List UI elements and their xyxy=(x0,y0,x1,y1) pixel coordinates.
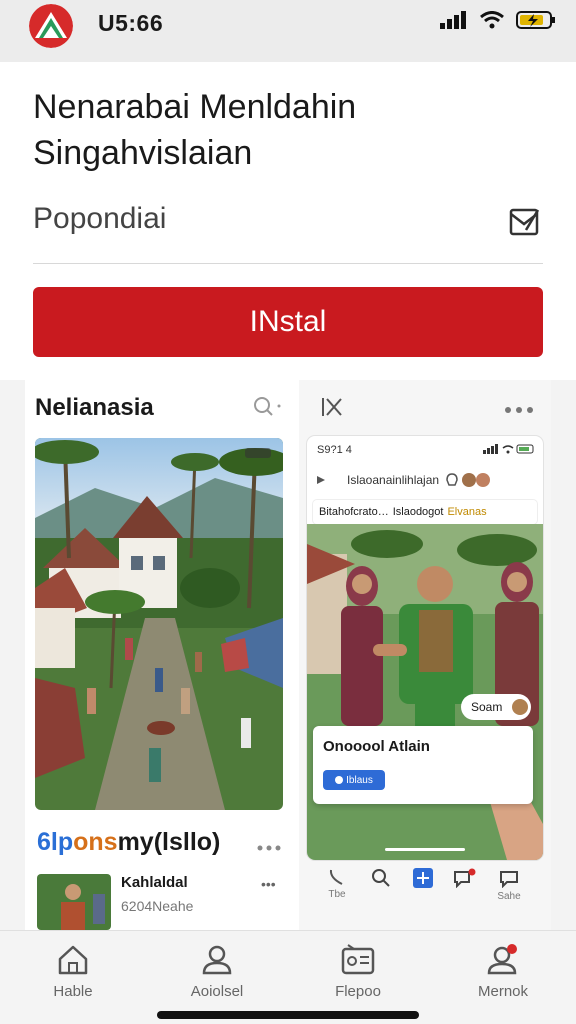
left-card-title: Nelianasia xyxy=(35,394,154,421)
phone-status-icons xyxy=(483,444,535,457)
app-title: Nenarabai Menldahin Singahvislaian xyxy=(33,88,357,172)
phone-search-bar[interactable]: Islaoanainlihlajan xyxy=(315,466,537,494)
chip-1[interactable]: Bitahofcrato… xyxy=(319,506,389,518)
back-arrow-icon xyxy=(317,476,325,484)
village-scene-illustration xyxy=(35,438,283,810)
mini-nav-item-search[interactable] xyxy=(361,868,401,891)
village-photo[interactable] xyxy=(35,438,283,810)
right-card[interactable]: S9?1 4 Islaoanainlihlajan Bitahofcrato… … xyxy=(299,380,551,930)
section-more-button[interactable] xyxy=(257,838,281,856)
search-icon xyxy=(372,869,390,887)
share-button[interactable] xyxy=(508,206,542,238)
nav-item-person[interactable]: Aoiolsel xyxy=(162,943,272,1000)
chat-icon xyxy=(500,871,518,889)
more-dots-icon xyxy=(257,845,281,851)
signal-icon xyxy=(483,444,534,454)
home-indicator xyxy=(157,1011,419,1019)
chat-notification-icon xyxy=(454,868,476,889)
phone-search-text: Islaoanainlihlajan xyxy=(347,473,440,487)
section-title-part-2: ons xyxy=(73,828,118,856)
content-area: Nelianasia 6lponsmy(lsllo) Kahlaldal 620… xyxy=(0,380,576,930)
divider xyxy=(33,263,543,264)
phone-status-time: S9?1 4 xyxy=(317,444,352,456)
search-button[interactable] xyxy=(253,396,283,423)
woman-photo-thumbnail xyxy=(37,874,111,930)
nav-item-home[interactable]: Hable xyxy=(18,943,128,1000)
app-subtitle: Popondiai xyxy=(33,202,167,235)
mini-nav-item-add[interactable] xyxy=(403,868,443,891)
section-title: 6lponsmy(lsllo) xyxy=(37,828,220,857)
bottom-nav: Hable Aoiolsel Flepoo Mernok xyxy=(0,930,576,1024)
signal-icon xyxy=(440,11,466,29)
phone-people-photo xyxy=(307,524,543,860)
mail-icon xyxy=(509,208,540,236)
person-icon xyxy=(202,945,232,975)
mini-nav-label-5: Sahe xyxy=(497,891,521,902)
phone-badge-text: Soam xyxy=(471,700,503,714)
install-button[interactable]: INstal xyxy=(33,287,543,357)
status-icons xyxy=(440,10,556,30)
list-item-subtitle: 6204Neahe xyxy=(121,898,194,914)
right-more-button[interactable] xyxy=(505,400,533,418)
phone-popup-button-label: Iblaus xyxy=(346,774,373,786)
mini-nav-item-phone[interactable]: Tbe xyxy=(317,868,357,900)
chip-2[interactable]: Islaodogot xyxy=(393,506,444,518)
nav-label-radio: Flepoo xyxy=(335,983,381,1000)
section-title-part-1: 6lp xyxy=(37,828,74,856)
list-item-thumbnail[interactable] xyxy=(37,874,111,930)
add-icon xyxy=(413,868,433,888)
profile-notification-icon xyxy=(487,944,517,975)
phone-preview[interactable]: S9?1 4 Islaoanainlihlajan Bitahofcrato… … xyxy=(307,436,543,860)
mini-nav-item-messages[interactable] xyxy=(445,868,485,891)
status-bar: U5:66 xyxy=(0,0,576,62)
mini-nav-item-profile[interactable]: Sahe xyxy=(489,868,529,902)
app-logo xyxy=(29,4,73,48)
nav-label-person: Aoiolsel xyxy=(190,983,244,1000)
chip-3[interactable]: Elvanas xyxy=(447,506,486,518)
people-scene-illustration xyxy=(307,524,543,860)
home-icon xyxy=(58,945,88,975)
nav-label-profile: Mernok xyxy=(477,983,529,1000)
more-dots-icon xyxy=(505,407,533,413)
list-item-title: Kahlaldal xyxy=(121,874,188,891)
status-time: U5:66 xyxy=(98,10,164,36)
phone-chip-row: Bitahofcrato… Islaodogot Elvanas xyxy=(313,500,537,524)
nav-item-radio[interactable]: Flepoo xyxy=(303,943,413,1000)
nav-label-home: Hable xyxy=(53,983,93,1000)
battery-icon xyxy=(516,11,555,29)
phone-popup-title: Onooool Atlain xyxy=(323,738,430,755)
close-icon xyxy=(322,398,342,416)
wifi-icon xyxy=(480,11,504,29)
phone-popup-button[interactable]: Iblaus xyxy=(323,770,385,790)
nav-item-profile[interactable]: Mernok xyxy=(448,943,558,1000)
close-button[interactable] xyxy=(321,396,343,423)
avatars-icon xyxy=(446,473,491,487)
radio-icon xyxy=(341,944,375,975)
list-item-more[interactable]: ••• xyxy=(261,876,276,892)
mini-nav-label-1: Tbe xyxy=(328,889,346,900)
app-header: Nenarabai Menldahin Singahvislaian Popon… xyxy=(0,62,576,380)
phone-badge[interactable]: Soam xyxy=(461,694,531,720)
phone-mini-nav: Tbe Sahe xyxy=(317,868,537,918)
phone-home-bar xyxy=(385,848,465,851)
phone-icon xyxy=(329,869,343,885)
phone-popup-card: Onooool Atlain Iblaus xyxy=(313,726,533,804)
avatar-icon xyxy=(512,699,529,715)
left-card[interactable]: Nelianasia 6lponsmy(lsllo) Kahlaldal 620… xyxy=(25,380,299,930)
search-icon xyxy=(254,397,281,416)
play-icon xyxy=(335,776,344,784)
section-title-part-3: my(lsllo) xyxy=(117,828,221,856)
